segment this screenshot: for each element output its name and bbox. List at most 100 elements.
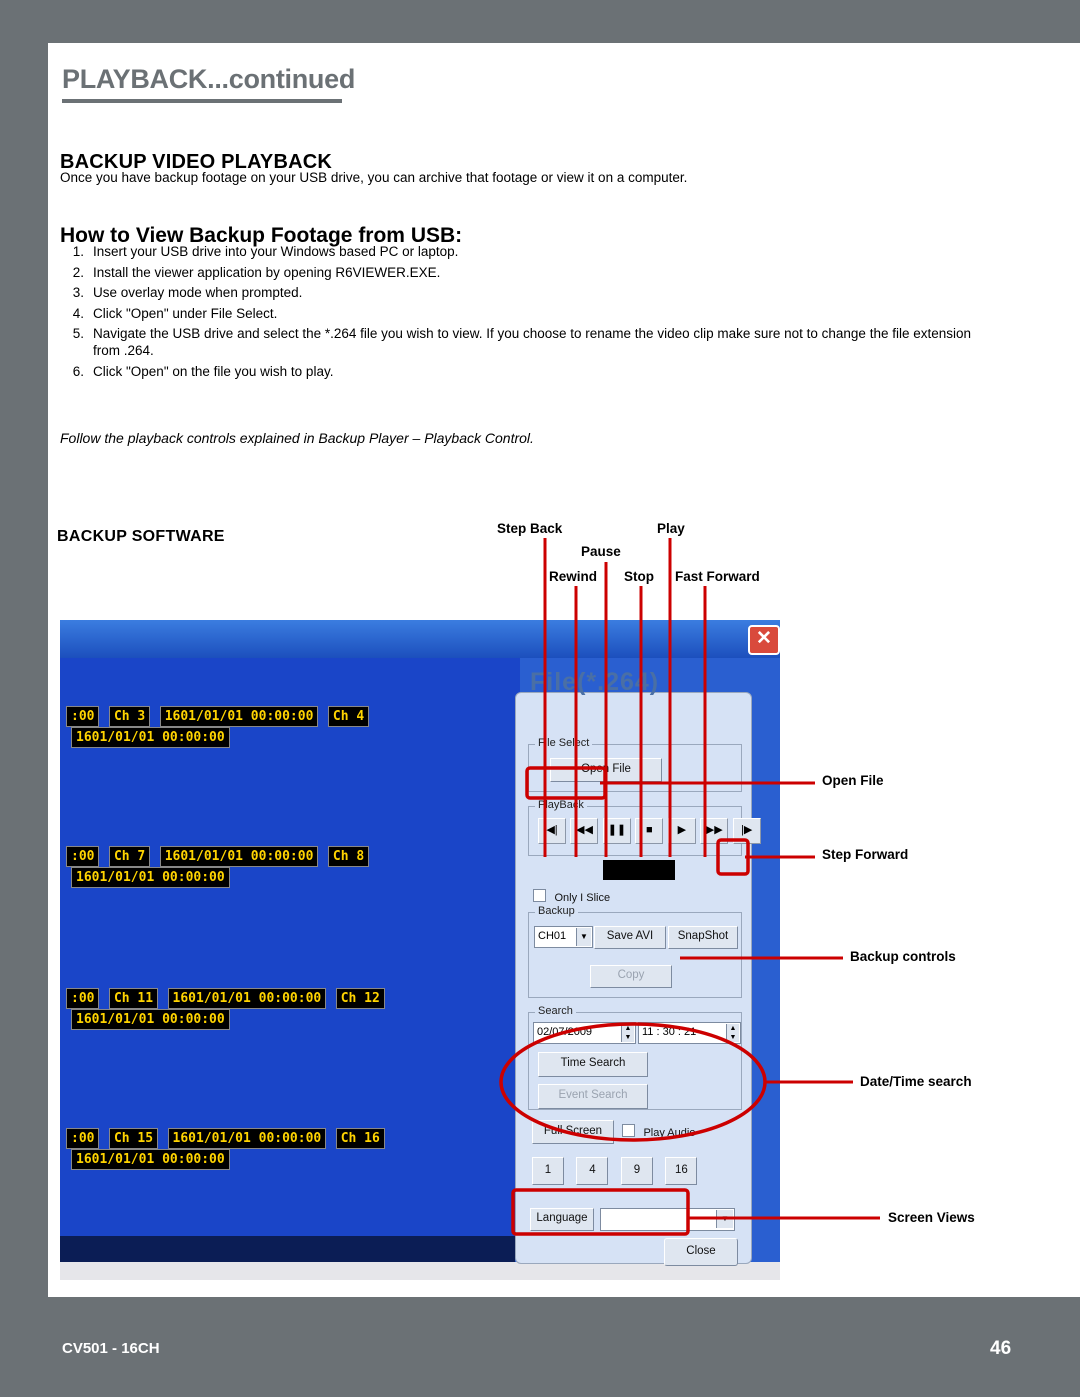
- language-label: Language: [530, 1208, 594, 1231]
- search-label: Search: [535, 1005, 576, 1017]
- search-time-field[interactable]: 11 : 30 : 21 ▲ ▼: [638, 1022, 741, 1044]
- step-forward-icon[interactable]: |▶: [732, 818, 761, 844]
- callout-step-back: Step Back: [497, 521, 563, 536]
- list-item: 1. Insert your USB drive into your Window…: [60, 243, 1000, 260]
- checkbox-box[interactable]: [533, 889, 546, 902]
- manual-page: PLAYBACK...continued BACKUP VIDEO PLAYBA…: [0, 0, 1080, 1397]
- step-text: Insert your USB drive into your Windows …: [93, 244, 459, 259]
- step-text: Click "Open" under File Select.: [93, 305, 278, 321]
- list-item: 2. Install the viewer application by open…: [60, 264, 1000, 281]
- osd-channel: Ch 8: [327, 846, 370, 867]
- save-avi-button[interactable]: Save AVI: [594, 926, 666, 949]
- osd-channel: Ch 4: [327, 706, 370, 727]
- view-1-button[interactable]: 1: [532, 1157, 564, 1185]
- language-value: [601, 1213, 604, 1225]
- video-grid: :00 Ch 3 1601/01/01 00:00:00 Ch 4 1601/0…: [60, 658, 520, 1258]
- transport-controls: ◀| ◀◀ ❚❚ ■ ▶ ▶▶ |▶: [538, 818, 761, 844]
- search-time-value: 11 : 30 : 21: [642, 1026, 697, 1038]
- view-4-button[interactable]: 4: [576, 1157, 609, 1185]
- chapter-underline: [62, 99, 342, 103]
- callout-datetime-search: Date/Time search: [860, 1074, 972, 1089]
- channel-select-dropdown[interactable]: CH01 ▼: [534, 926, 593, 948]
- callout-screen-views: Screen Views: [888, 1210, 975, 1225]
- close-button[interactable]: Close: [664, 1238, 738, 1266]
- table-row: :00 Ch 15 1601/01/01 00:00:00 Ch 16 1601…: [66, 1128, 520, 1170]
- bottom-gray-bar: [0, 1297, 1080, 1397]
- step-text: Click "Open" on the file you wish to pla…: [93, 363, 334, 379]
- window-bottom-strip: [60, 1236, 515, 1262]
- copy-button[interactable]: Copy: [590, 965, 672, 988]
- only-i-slice-checkbox[interactable]: Only I Slice: [533, 888, 610, 906]
- open-file-button[interactable]: Open File: [550, 758, 662, 782]
- list-item: 3. Use overlay mode when prompted.: [60, 284, 1000, 301]
- checkbox-box[interactable]: [622, 1124, 635, 1137]
- search-date-value: 02/07/2009: [537, 1026, 593, 1038]
- callout-open-file: Open File: [822, 773, 884, 788]
- osd-timestamp: 1601/01/01 00:00:00: [71, 1149, 230, 1170]
- event-search-button[interactable]: Event Search: [538, 1084, 648, 1109]
- view-9-button[interactable]: 9: [620, 1157, 653, 1185]
- spinner-arrows-icon[interactable]: ▲ ▼: [621, 1024, 634, 1042]
- step-text: Use overlay mode when prompted.: [93, 285, 303, 300]
- callout-play: Play: [657, 521, 685, 536]
- chapter-title: PLAYBACK...continued: [62, 64, 356, 94]
- status-readout: [603, 860, 675, 880]
- app-file-title: File(*.264): [530, 668, 660, 696]
- callout-stop: Stop: [624, 569, 654, 584]
- step-number: 2.: [72, 264, 84, 280]
- callout-fast-forward: Fast Forward: [675, 569, 760, 584]
- step-number: 5.: [72, 326, 84, 341]
- osd-timestamp: 1601/01/01 00:00:00: [71, 867, 230, 888]
- search-date-field[interactable]: 02/07/2009 ▲ ▼: [533, 1022, 636, 1044]
- footer-model: CV501 - 16CH: [62, 1340, 160, 1357]
- backup-software-screenshot: ✕ :00 Ch 3 1601/01/01 00:00:00 Ch 4 1601…: [60, 620, 780, 1300]
- table-row: :00 Ch 3 1601/01/01 00:00:00 Ch 4 1601/0…: [66, 706, 520, 748]
- callout-rewind: Rewind: [549, 569, 598, 584]
- fast-forward-icon[interactable]: ▶▶: [700, 818, 729, 844]
- osd-timestamp: 1601/01/01 00:00:00: [71, 1009, 230, 1030]
- osd-timestamp: 1601/01/01 00:00:00: [167, 1128, 327, 1149]
- pause-icon[interactable]: ❚❚: [602, 818, 631, 844]
- chevron-down-icon[interactable]: ▼: [576, 928, 591, 946]
- time-search-button[interactable]: Time Search: [538, 1052, 648, 1077]
- footer-page-number: 46: [990, 1338, 1012, 1359]
- playback-label: PlayBack: [535, 799, 587, 811]
- osd-channel: Ch 16: [335, 1128, 385, 1149]
- osd-channel: Ch 3: [108, 706, 151, 727]
- only-i-slice-label: Only I Slice: [554, 892, 611, 904]
- view-16-button[interactable]: 16: [665, 1157, 698, 1185]
- chevron-down-icon[interactable]: ▼: [716, 1210, 733, 1228]
- full-screen-button[interactable]: Full Screen: [532, 1120, 614, 1144]
- table-row: :00 Ch 11 1601/01/01 00:00:00 Ch 12 1601…: [66, 988, 520, 1030]
- top-gray-bar: [0, 0, 1080, 43]
- step-back-icon[interactable]: ◀|: [538, 818, 566, 844]
- play-icon[interactable]: ▶: [667, 818, 696, 844]
- osd-channel: Ch 12: [335, 988, 385, 1009]
- step-number: 1.: [72, 244, 84, 259]
- spinner-arrows-icon[interactable]: ▲ ▼: [726, 1024, 739, 1042]
- language-dropdown[interactable]: ▼: [600, 1208, 735, 1231]
- stop-icon[interactable]: ■: [635, 818, 664, 844]
- step-text: Install the viewer application by openin…: [93, 264, 441, 280]
- app-titlebar: [60, 620, 780, 658]
- callout-backup-controls: Backup controls: [850, 949, 956, 964]
- backup-software-label: BACKUP SOFTWARE: [57, 528, 225, 545]
- osd-time-left: :00: [66, 988, 100, 1009]
- callout-pause: Pause: [581, 544, 621, 559]
- osd-timestamp: 1601/01/01 00:00:00: [71, 727, 230, 748]
- osd-time-left: :00: [66, 1128, 100, 1149]
- rewind-icon[interactable]: ◀◀: [570, 818, 599, 844]
- osd-timestamp: 1601/01/01 00:00:00: [167, 988, 327, 1009]
- osd-channel: Ch 7: [108, 846, 151, 867]
- list-item: 6. Click "Open" on the file you wish to p…: [60, 363, 1000, 380]
- left-gray-bar: [0, 43, 48, 1297]
- snapshot-button[interactable]: SnapShot: [668, 926, 738, 949]
- list-item: 5. Navigate the USB drive and select the …: [60, 325, 1000, 359]
- step-text: Navigate the USB drive and select the *.…: [93, 326, 972, 358]
- steps-list: 1. Insert your USB drive into your Window…: [60, 243, 1000, 383]
- close-icon[interactable]: ✕: [748, 625, 780, 655]
- play-audio-checkbox[interactable]: Play Audio: [622, 1123, 695, 1141]
- step-number: 6.: [72, 363, 84, 379]
- footer-divider: [48, 1322, 1032, 1324]
- table-row: :00 Ch 7 1601/01/01 00:00:00 Ch 8 1601/0…: [66, 846, 520, 888]
